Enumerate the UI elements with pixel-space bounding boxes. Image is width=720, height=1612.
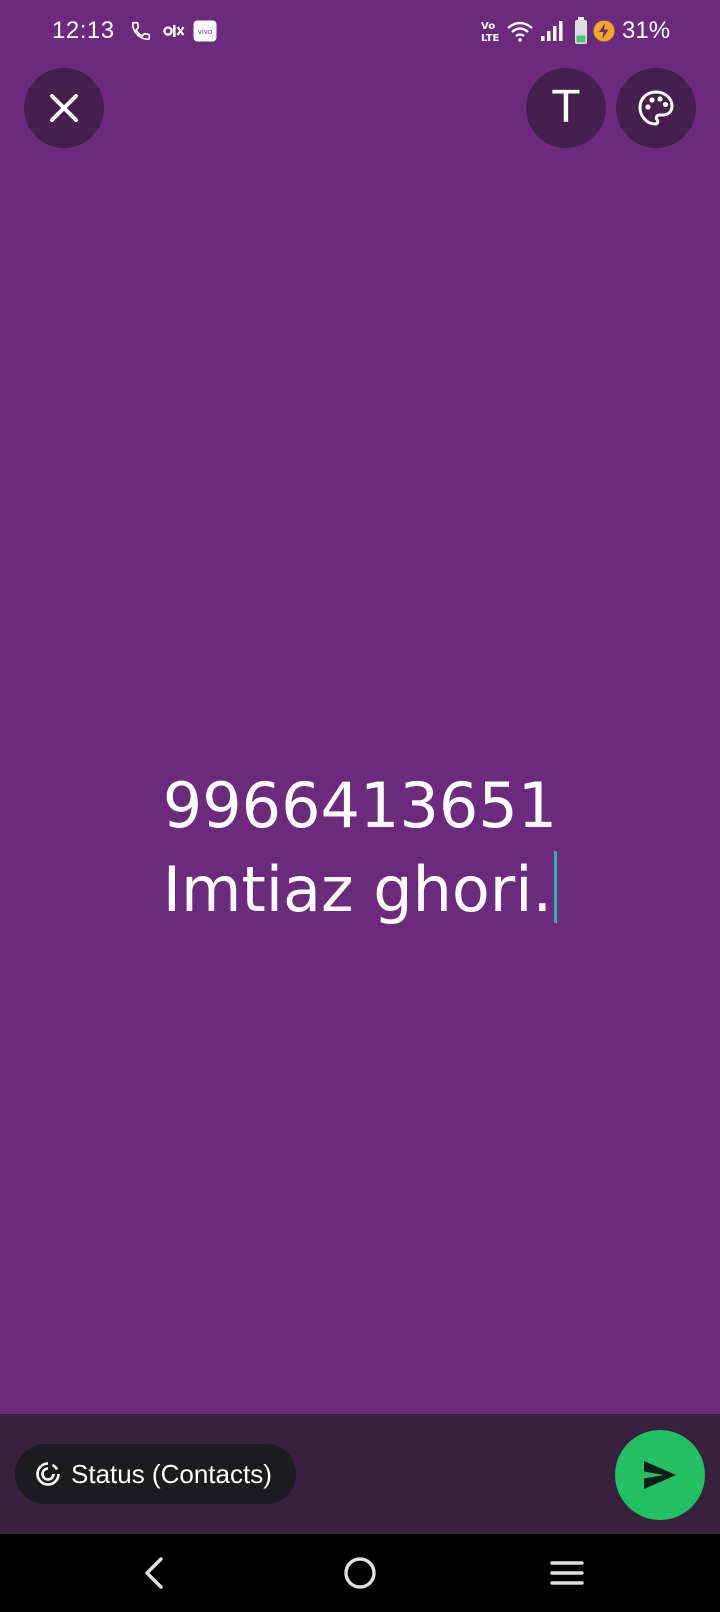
send-icon: [644, 1461, 676, 1489]
status-ring-icon: [36, 1462, 60, 1486]
palette-icon: [638, 90, 674, 126]
navigation-bar: [0, 1534, 720, 1612]
nav-back-button[interactable]: [124, 1548, 184, 1598]
status-audience-selector[interactable]: Status (Contacts): [15, 1444, 296, 1504]
back-icon: [145, 1557, 163, 1589]
bottom-bar: Status (Contacts): [0, 1414, 720, 1534]
wifi-icon: [507, 21, 533, 42]
home-icon: [344, 1557, 376, 1589]
charging-icon: [593, 20, 615, 42]
close-icon: [50, 94, 78, 122]
battery-icon: [575, 17, 587, 44]
send-button[interactable]: [615, 1430, 705, 1520]
nav-recents-button[interactable]: [537, 1548, 597, 1598]
status-time: 12:13: [52, 17, 115, 44]
battery-percent: 31%: [622, 17, 671, 44]
svg-text:LTE: LTE: [481, 33, 500, 44]
vivo-icon: vivo: [193, 20, 217, 42]
svg-text:vivo: vivo: [198, 28, 213, 36]
color-palette-button[interactable]: [616, 68, 696, 148]
text-tool-label: T: [552, 82, 580, 133]
recents-icon: [550, 1561, 584, 1585]
svg-text:Vo: Vo: [481, 21, 495, 32]
phone-call-icon: [131, 21, 151, 41]
close-button[interactable]: [24, 68, 104, 148]
volte-icon: Vo LTE: [481, 21, 500, 44]
signal-icon: [541, 21, 563, 41]
status-text-line-2: Imtiaz ghori.: [162, 853, 553, 926]
status-audience-label: Status (Contacts): [71, 1458, 272, 1489]
text-style-button[interactable]: T: [526, 68, 606, 148]
olx-icon: [163, 25, 185, 37]
nav-home-button[interactable]: [330, 1548, 390, 1598]
status-text-line-2-wrap: Imtiaz ghori.: [0, 848, 720, 932]
status-bar: 12:13 vivo Vo LTE 31%: [0, 0, 720, 64]
status-text-line-1: 9966413651: [162, 769, 558, 842]
text-caret: [554, 851, 558, 923]
status-text-editor[interactable]: 9966413651 Imtiaz ghori.: [0, 764, 720, 932]
